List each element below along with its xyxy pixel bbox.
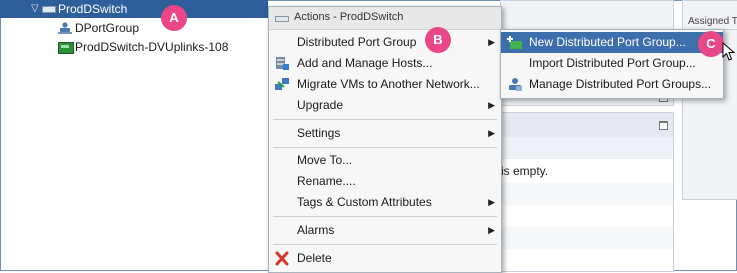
menu-item-move-to[interactable]: Move To...	[269, 150, 501, 171]
content-panel-header	[501, 113, 673, 138]
menu-item-rename[interactable]: Rename....	[269, 171, 501, 192]
callout-badge-b: B	[425, 27, 451, 53]
menu-header: Actions - ProdDSwitch	[269, 7, 501, 30]
tree-item-label: ProdDSwitch-DVUplinks-108	[75, 40, 229, 54]
delete-icon	[275, 251, 289, 266]
menu-header-title: Actions - ProdDSwitch	[294, 11, 404, 23]
menu-separator	[273, 216, 497, 217]
submenu-item-manage-port-groups[interactable]: Manage Distributed Port Groups...	[501, 74, 723, 95]
menu-item-label: Delete	[297, 251, 332, 265]
submenu-arrow-icon: ▶	[488, 37, 495, 47]
mouse-cursor-icon	[722, 42, 736, 61]
menu-item-settings[interactable]: Settings ▶	[269, 123, 501, 144]
tree-item-dportgroup[interactable]: DPortGroup	[0, 19, 260, 37]
new-port-group-icon	[507, 36, 522, 49]
menu-item-label: Settings	[297, 126, 341, 140]
menu-item-distributed-port-group[interactable]: Distributed Port Group ▶	[269, 32, 501, 53]
menu-item-alarms[interactable]: Alarms ▶	[269, 220, 501, 241]
menu-item-add-manage-hosts[interactable]: Add and Manage Hosts...	[269, 53, 501, 74]
menu-item-label: Migrate VMs to Another Network...	[297, 77, 480, 91]
menu-item-upgrade[interactable]: Upgrade ▶	[269, 95, 501, 116]
migrate-icon	[275, 78, 289, 90]
assigned-tags-header: Assigned T	[688, 16, 737, 27]
menu-item-tags-custom-attributes[interactable]: Tags & Custom Attributes ▶	[269, 192, 501, 213]
menu-separator	[273, 147, 497, 148]
panel-row	[501, 183, 673, 205]
menu-item-delete[interactable]: Delete	[269, 248, 501, 269]
tree-item-label: DPortGroup	[75, 21, 140, 35]
menu-item-label: Tags & Custom Attributes	[297, 195, 432, 209]
add-hosts-icon	[276, 57, 289, 70]
panel-row	[501, 137, 673, 159]
tree-item-label: ProdDSwitch	[58, 2, 128, 16]
content-panel: is empty.	[500, 112, 674, 272]
menu-item-label: Add and Manage Hosts...	[297, 56, 433, 70]
tree-item-uplinks[interactable]: ProdDSwitch-DVUplinks-108	[0, 38, 260, 56]
menu-item-label: Rename....	[297, 174, 356, 188]
distributed-port-group-submenu: New Distributed Port Group... Import Dis…	[500, 29, 724, 99]
uplinks-icon	[58, 42, 74, 54]
maximize-icon[interactable]	[659, 121, 668, 130]
menu-item-label: Upgrade	[297, 98, 344, 112]
submenu-item-label: Manage Distributed Port Groups...	[529, 77, 712, 91]
port-group-icon	[58, 22, 72, 34]
manage-port-groups-icon	[509, 78, 522, 91]
submenu-item-label: New Distributed Port Group...	[529, 35, 686, 49]
submenu-item-label: Import Distributed Port Group...	[529, 56, 696, 70]
submenu-item-import-port-group[interactable]: Import Distributed Port Group...	[501, 53, 723, 74]
tree-item-prod-dswitch[interactable]: ▽ ProdDSwitch	[0, 0, 268, 18]
menu-item-migrate-vms[interactable]: Migrate VMs to Another Network...	[269, 74, 501, 95]
expand-chevron-icon[interactable]: ▽	[31, 0, 39, 18]
menu-item-label: Alarms	[297, 223, 335, 237]
distributed-switch-icon	[275, 16, 289, 22]
menu-separator	[273, 244, 497, 245]
menu-separator	[273, 119, 497, 120]
menu-item-label: Distributed Port Group	[297, 35, 417, 49]
panel-row	[501, 227, 673, 249]
submenu-item-new-port-group[interactable]: New Distributed Port Group...	[501, 32, 723, 53]
submenu-arrow-icon: ▶	[488, 197, 495, 207]
empty-message: is empty.	[501, 164, 549, 178]
submenu-arrow-icon: ▶	[488, 128, 495, 138]
distributed-switch-icon	[42, 6, 56, 13]
actions-context-menu: Actions - ProdDSwitch Distributed Port G…	[268, 6, 502, 273]
submenu-arrow-icon: ▶	[488, 225, 495, 235]
callout-badge-c: C	[698, 31, 724, 57]
menu-item-label: Move To...	[297, 153, 353, 167]
submenu-arrow-icon: ▶	[488, 100, 495, 110]
